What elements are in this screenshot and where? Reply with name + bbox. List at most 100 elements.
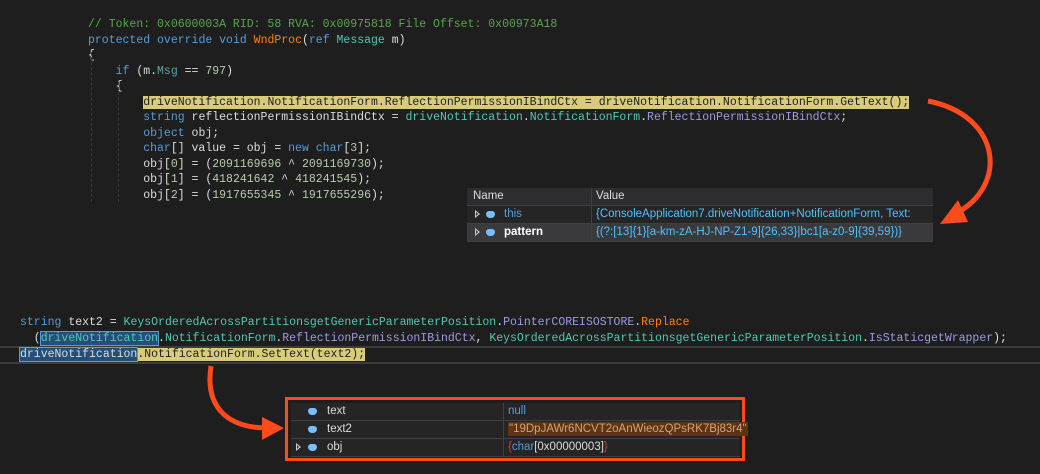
code-line[interactable]: object obj; <box>88 126 219 141</box>
code-token: [] value = obj = <box>170 142 289 155</box>
watch-row-pattern[interactable]: pattern {(?:[13]{1}[a-km-zA-HJ-NP-Z1-9]{… <box>467 224 933 242</box>
code-token: if <box>115 64 130 78</box>
header-row: Name Value <box>467 188 933 206</box>
code-line[interactable]: obj[0] = (2091169696 ^ 2091169730); <box>88 157 385 172</box>
arrow-to-text2 <box>207 365 269 431</box>
code-token: m) <box>384 33 406 47</box>
code-line[interactable]: driveNotification.NotificationForm.Refle… <box>88 95 910 110</box>
expand-arrow-icon[interactable] <box>475 210 480 218</box>
code-token: ( <box>20 332 41 345</box>
code-token: override <box>157 33 213 47</box>
object-icon <box>486 229 495 236</box>
object-icon <box>308 444 317 451</box>
code-token: driveNotification <box>39 331 160 346</box>
object-icon <box>486 211 495 218</box>
arrow-head-icon <box>940 200 968 224</box>
code-token: ) <box>226 64 233 78</box>
code-token: obj[ <box>88 173 171 186</box>
code-token: ReflectionPermissionIBindCtx <box>282 332 476 345</box>
watch-row-text2[interactable]: text2 "19DpJAWr6NCVT2oAnWieozQPsRK7Bj83r… <box>291 421 748 439</box>
code-token: 418241545 <box>295 173 358 186</box>
code-token: (m. <box>129 64 158 78</box>
code-line[interactable]: char[] value = obj = new char[3]; <box>88 141 371 156</box>
code-token: ; <box>840 111 848 124</box>
code-token: obj[ <box>88 157 171 171</box>
value-size: [0x00000003] <box>534 441 604 453</box>
indent-guide <box>91 52 92 202</box>
code-token: ); <box>357 173 372 186</box>
column-header-value[interactable]: Value <box>591 188 625 205</box>
code-line[interactable]: obj[1] = (418241642 ^ 418241545); <box>88 172 371 187</box>
code-line[interactable]: protected override void WndProc(ref Mess… <box>88 33 406 48</box>
code-token: string <box>143 111 185 124</box>
watch-value: {(?:[13]{1}[a-km-zA-HJ-NP-Z1-9]{26,33}|b… <box>591 224 934 241</box>
code-line[interactable]: if (m.Msg == 797) <box>88 64 233 79</box>
code-token: ] = ( <box>177 157 213 171</box>
code-token: NotificationForm <box>164 332 276 345</box>
expand-arrow-icon[interactable] <box>475 228 480 236</box>
watch-name: obj <box>327 441 343 453</box>
code-token: == <box>177 64 206 78</box>
code-token: string <box>20 316 62 329</box>
locals-window-1: Name Value this {ConsoleApplication7.dri… <box>467 188 933 242</box>
code-line[interactable]: // Token: 0x0600003A RID: 58 RVA: 0x0097… <box>88 17 557 32</box>
code-token: ^ <box>281 157 302 171</box>
code-token: new <box>288 142 309 155</box>
code-token: obj[ <box>88 188 171 202</box>
watch-value: {ConsoleApplication7.driveNotification+N… <box>591 206 934 223</box>
watch-name: this <box>504 208 522 220</box>
brace-close: } <box>603 441 608 453</box>
current-line-border-bottom <box>0 362 1040 364</box>
value-type: char <box>511 441 535 453</box>
code-line[interactable]: driveNotification.NotificationForm.SetTe… <box>18 347 366 362</box>
watch-value: {char[0x00000003]} <box>503 439 608 456</box>
code-token: ^ <box>281 188 302 202</box>
watch-row-this[interactable]: this {ConsoleApplication7.driveNotificat… <box>467 206 933 224</box>
code-token: Replace <box>641 316 690 329</box>
code-token: 797 <box>205 64 227 78</box>
expand-arrow-icon[interactable] <box>296 443 301 451</box>
code-token: ( <box>301 33 309 47</box>
watch-row-text[interactable]: text null <box>291 403 740 421</box>
arrow-head-icon <box>262 417 284 440</box>
column-header-name[interactable]: Name <box>473 188 504 205</box>
code-token: ); <box>371 157 385 171</box>
code-token: ] = ( <box>177 188 213 202</box>
code-token: WndProc <box>253 33 302 47</box>
code-line[interactable]: string text2 = KeysOrderedAcrossPartitio… <box>20 315 689 330</box>
code-token: 1917655296 <box>301 188 371 202</box>
code-line[interactable]: obj[2] = (1917655345 ^ 1917655296); <box>88 188 385 203</box>
code-token: obj; <box>184 126 220 140</box>
watch-row-obj[interactable]: obj {char[0x00000003]} <box>291 439 740 457</box>
code-token: 2091169696 <box>212 157 282 171</box>
object-icon <box>308 426 317 433</box>
code-token: 2091169730 <box>301 157 371 171</box>
code-token: 0 <box>170 157 178 171</box>
code-token: ); <box>371 188 385 202</box>
watch-value: null <box>503 403 526 420</box>
code-token: ]; <box>357 142 372 155</box>
code-token: // Token: 0x0600003A RID: 58 RVA: 0x0097… <box>88 18 558 31</box>
locals-window-2: text null text2 "19DpJAWr6NCVT2oAnWieozQ… <box>291 403 748 457</box>
code-token: driveNotification <box>405 111 523 124</box>
code-line[interactable]: (driveNotification.NotificationForm.Refl… <box>20 331 1007 346</box>
code-token: ref <box>308 33 330 47</box>
code-token: ] = ( <box>177 173 213 186</box>
code-token: 1 <box>170 173 178 186</box>
code-token: 1917655345 <box>212 188 282 202</box>
code-token: void <box>219 33 247 47</box>
watch-name: text2 <box>327 423 352 435</box>
code-token: driveNotification <box>18 347 139 362</box>
code-token: . <box>640 111 648 124</box>
code-token: driveNotification.NotificationForm.Refle… <box>143 95 910 109</box>
code-line[interactable]: string reflectionPermissionIBindCtx = dr… <box>88 110 847 125</box>
code-token: object <box>143 126 185 140</box>
